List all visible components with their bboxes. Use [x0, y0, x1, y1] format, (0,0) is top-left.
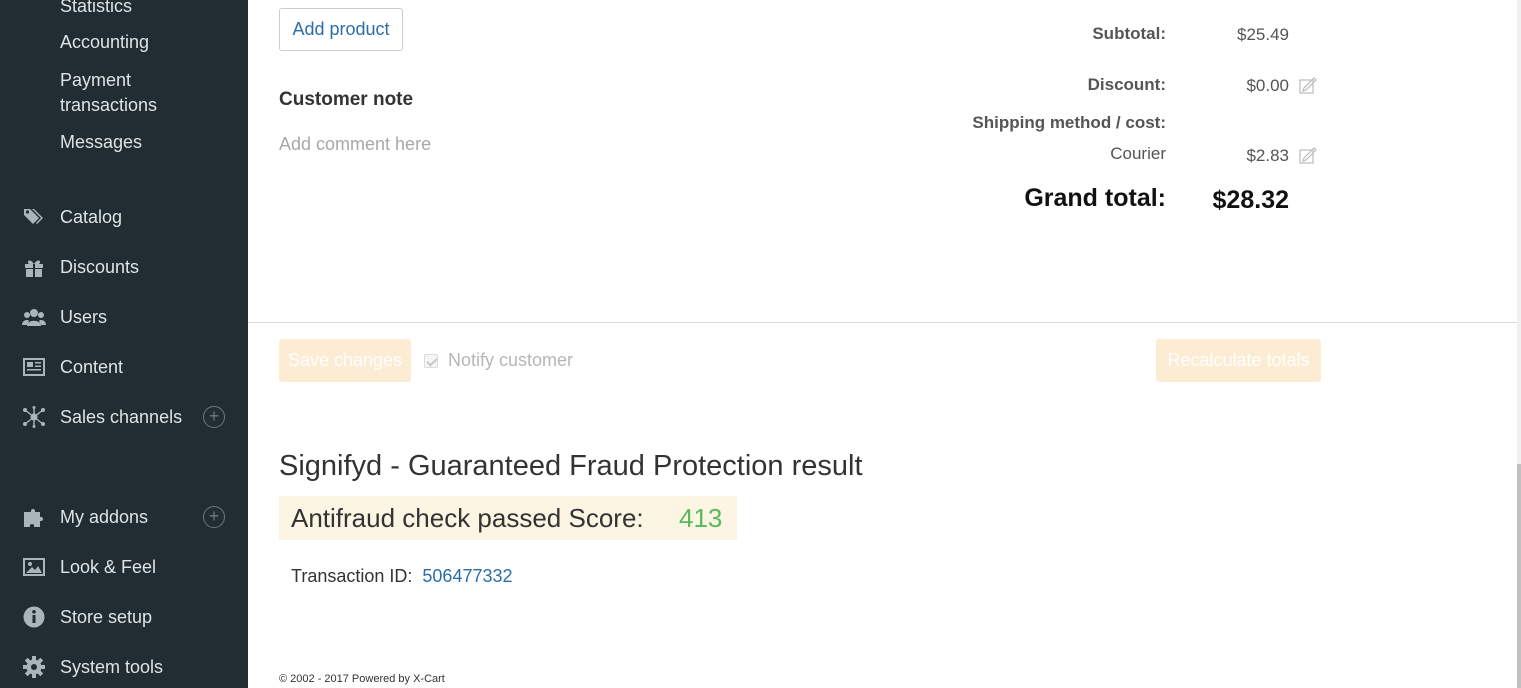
- sidebar-item-discounts[interactable]: Discounts: [0, 247, 248, 287]
- sidebar-item-label: Look & Feel: [60, 556, 157, 577]
- sidebar-item-look-feel[interactable]: Look & Feel: [0, 547, 248, 587]
- transaction-id-row: Transaction ID: 506477332: [291, 566, 513, 587]
- notify-customer-checkbox[interactable]: Notify customer: [424, 350, 573, 371]
- sidebar-subitem-messages[interactable]: Messages: [60, 130, 142, 155]
- grand-total-value: $28.32: [1212, 186, 1289, 214]
- image-icon: [22, 557, 46, 577]
- sidebar-item-label: Discounts: [60, 256, 140, 277]
- shipping-label: Shipping method / cost:: [972, 113, 1166, 132]
- subtotal-value: $25.49: [1237, 25, 1289, 44]
- edit-shipping-icon[interactable]: [1299, 146, 1317, 164]
- network-icon: [22, 406, 46, 428]
- tags-icon: [22, 207, 46, 227]
- subtotal-label: Subtotal:: [1092, 24, 1166, 43]
- discount-label: Discount:: [1087, 75, 1166, 94]
- notify-customer-label: Notify customer: [448, 350, 574, 370]
- gear-icon: [22, 656, 46, 678]
- footer-copyright: © 2002 - 2017 Powered by X-Cart: [279, 673, 445, 685]
- expand-plus-icon[interactable]: +: [203, 506, 225, 528]
- main-content: Add product Customer note Add comment he…: [248, 0, 1517, 688]
- sidebar-item-label: My addons: [60, 506, 149, 527]
- add-product-button[interactable]: Add product: [279, 8, 403, 51]
- shipping-value: $2.83: [1246, 146, 1289, 165]
- sidebar-item-sales-channels[interactable]: Sales channels +: [0, 397, 248, 437]
- sidebar-item-my-addons[interactable]: My addons +: [0, 497, 248, 537]
- sidebar-item-system-tools[interactable]: System tools: [0, 647, 248, 687]
- sidebar-item-catalog[interactable]: Catalog: [0, 197, 248, 237]
- customer-note-input[interactable]: Add comment here: [279, 134, 431, 155]
- checkbox-checked-icon[interactable]: [424, 353, 438, 368]
- sidebar-item-users[interactable]: Users: [0, 297, 248, 337]
- puzzle-icon: [22, 507, 46, 527]
- sidebar-item-label: System tools: [60, 656, 164, 677]
- sidebar-item-label: Catalog: [60, 206, 123, 227]
- sidebar-item-label: Users: [60, 306, 108, 327]
- sidebar-subitem-payment-transactions[interactable]: Payment transactions: [60, 68, 157, 118]
- sidebar-item-label: Sales channels: [60, 406, 183, 427]
- gift-icon: [22, 257, 46, 277]
- discount-value: $0.00: [1246, 76, 1289, 95]
- transaction-id-link[interactable]: 506477332: [422, 566, 512, 586]
- edit-discount-icon[interactable]: [1299, 76, 1317, 94]
- divider: [248, 322, 1517, 323]
- scrollbar-thumb[interactable]: [1517, 464, 1521, 688]
- sidebar: Statistics Accounting Payment transactio…: [0, 0, 248, 688]
- recalculate-totals-button[interactable]: Recalculate totals: [1156, 339, 1321, 382]
- sidebar-item-store-setup[interactable]: Store setup: [0, 597, 248, 637]
- info-icon: [22, 606, 46, 628]
- expand-plus-icon[interactable]: +: [203, 406, 225, 428]
- sidebar-subitem-statistics[interactable]: Statistics: [60, 0, 132, 19]
- grand-total-label: Grand total:: [1024, 184, 1166, 212]
- signifyd-title: Signifyd - Guaranteed Fraud Protection r…: [279, 450, 863, 482]
- sidebar-subitem-accounting[interactable]: Accounting: [60, 30, 149, 55]
- users-icon: [22, 307, 46, 327]
- antifraud-result-label: Antifraud check passed Score:: [291, 503, 644, 533]
- save-changes-button[interactable]: Save changes: [279, 339, 411, 382]
- antifraud-score: 413: [679, 503, 723, 533]
- sidebar-item-content[interactable]: Content: [0, 347, 248, 387]
- customer-note-title: Customer note: [279, 89, 414, 110]
- antifraud-result-box: Antifraud check passed Score: 413: [279, 496, 737, 540]
- shipping-method: Courier: [1110, 144, 1166, 163]
- sidebar-item-label: Content: [60, 356, 124, 377]
- newspaper-icon: [22, 357, 46, 377]
- sidebar-item-label: Store setup: [60, 606, 153, 627]
- transaction-id-label: Transaction ID:: [291, 566, 413, 586]
